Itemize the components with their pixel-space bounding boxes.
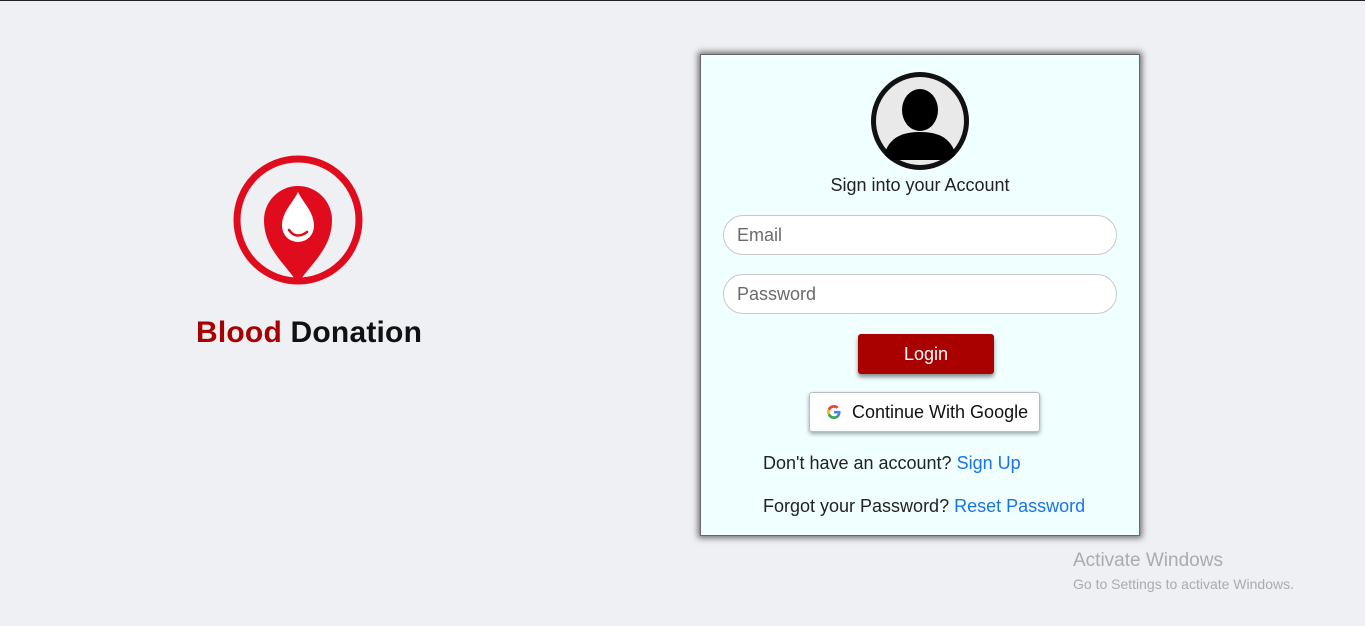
watermark-subtitle: Go to Settings to activate Windows. [1073, 576, 1294, 592]
reset-password-link[interactable]: Reset Password [954, 496, 1085, 516]
email-input[interactable] [723, 215, 1117, 255]
login-button[interactable]: Login [858, 334, 994, 374]
signup-line: Don't have an account? Sign Up [763, 453, 1021, 474]
brand-title-donation: Donation [290, 316, 423, 349]
password-input[interactable] [723, 274, 1117, 314]
reset-line: Forgot your Password? Reset Password [763, 496, 1085, 517]
brand-title-blood: Blood [196, 316, 282, 349]
user-avatar-icon [871, 72, 969, 170]
activate-windows-watermark: Activate Windows Go to Settings to activ… [1073, 550, 1294, 592]
google-button-label: Continue With Google [852, 401, 1029, 422]
continue-with-google-button[interactable]: Continue With Google [809, 392, 1040, 432]
brand-title: Blood Donation [196, 316, 422, 350]
signup-prompt: Don't have an account? [763, 453, 952, 473]
watermark-title: Activate Windows [1073, 550, 1223, 571]
top-border [0, 0, 1365, 1]
forgot-prompt: Forgot your Password? [763, 496, 950, 516]
sign-up-link[interactable]: Sign Up [957, 453, 1021, 473]
sign-in-heading: Sign into your Account [830, 175, 1010, 195]
google-g-icon [827, 405, 841, 419]
blood-drop-logo-icon [233, 155, 363, 285]
login-card: Sign into your Account Login Continue Wi… [700, 54, 1140, 536]
